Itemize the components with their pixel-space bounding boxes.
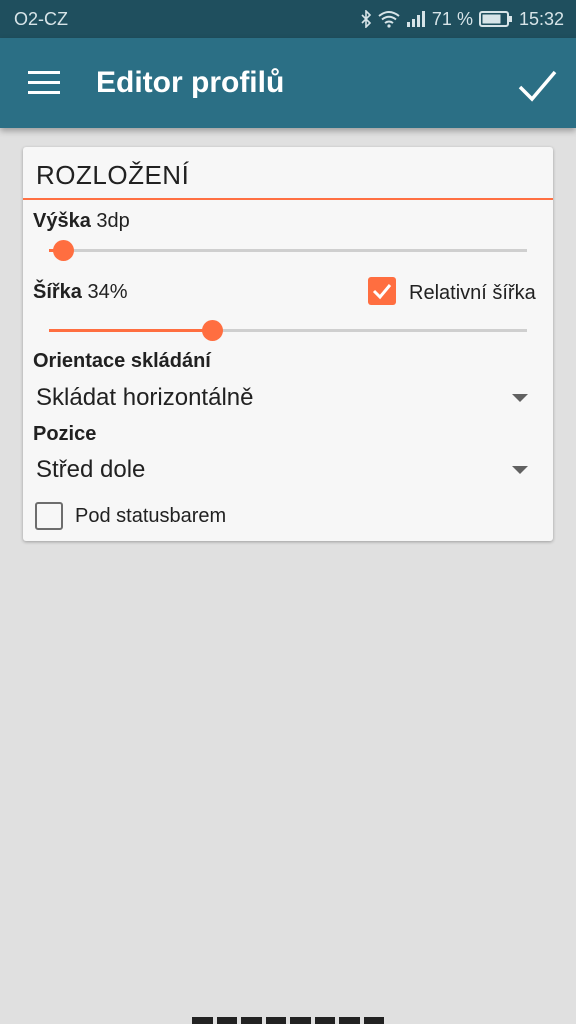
width-label-row: Šířka 34%	[33, 281, 128, 304]
bluetooth-icon	[360, 10, 372, 28]
signal-icon	[406, 11, 426, 27]
width-label: Šířka	[33, 281, 82, 303]
position-dropdown[interactable]: Střed dole	[36, 452, 528, 488]
position-value: Střed dole	[36, 456, 146, 483]
layout-card: ROZLOŽENÍ Výška 3dp Šířka 34% Relativní …	[23, 147, 553, 541]
page-title: Editor profilů	[96, 66, 285, 99]
checkmark-icon[interactable]	[514, 62, 560, 108]
height-label: Výška	[33, 210, 91, 232]
slider-fill	[49, 329, 212, 332]
navigation-handle[interactable]	[192, 1017, 384, 1024]
battery-percent: 71 %	[431, 8, 473, 29]
dropdown-arrow-icon	[512, 394, 528, 402]
width-slider[interactable]	[49, 315, 527, 345]
status-bar: O2-CZ 71 % 15:32	[0, 0, 576, 38]
slider-thumb[interactable]	[53, 240, 75, 261]
dropdown-arrow-icon	[512, 466, 528, 474]
battery-icon	[478, 11, 513, 27]
relative-width-checkbox[interactable]	[368, 277, 396, 305]
wifi-icon	[378, 10, 400, 28]
slider-thumb[interactable]	[201, 320, 223, 341]
position-label: Pozice	[33, 423, 97, 445]
relative-width-label[interactable]: Relativní šířka	[409, 282, 536, 305]
carrier-label: O2-CZ	[14, 8, 68, 29]
slider-track	[49, 249, 527, 252]
orientation-value: Skládat horizontálně	[36, 384, 254, 411]
height-slider[interactable]	[49, 235, 527, 265]
height-value: 3dp	[96, 210, 130, 232]
orientation-label: Orientace skládání	[33, 350, 211, 372]
app-bar: Editor profilů	[0, 38, 576, 128]
width-value: 34%	[87, 281, 128, 303]
card-title: ROZLOŽENÍ	[36, 160, 190, 190]
status-icons: 71 % 15:32	[360, 9, 564, 30]
clock: 15:32	[518, 8, 564, 29]
orientation-dropdown[interactable]: Skládat horizontálně	[36, 380, 528, 416]
card-header: ROZLOŽENÍ	[23, 147, 553, 200]
height-label-row: Výška 3dp	[33, 210, 130, 233]
hamburger-menu-icon[interactable]	[26, 68, 62, 98]
check-icon	[372, 284, 392, 300]
under-statusbar-label[interactable]: Pod statusbarem	[75, 505, 226, 528]
under-statusbar-checkbox[interactable]	[35, 502, 63, 530]
